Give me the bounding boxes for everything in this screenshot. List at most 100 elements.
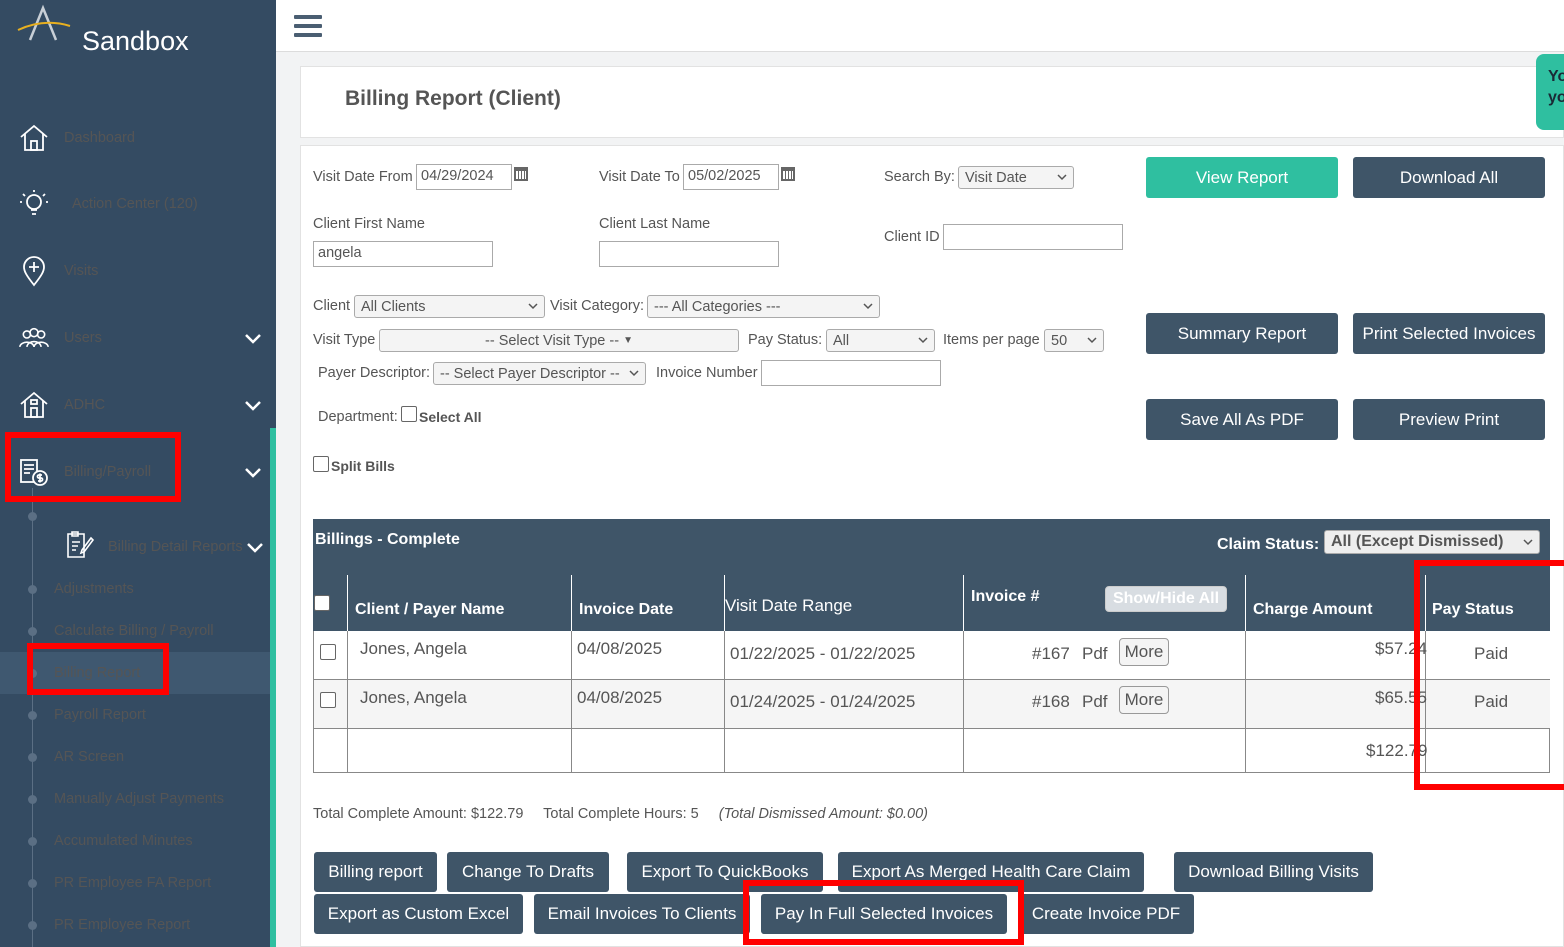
invoice-number-input[interactable] (761, 360, 941, 386)
summary-report-button[interactable]: Summary Report (1146, 313, 1338, 354)
change-to-drafts-button[interactable]: Change To Drafts (447, 852, 609, 892)
claim-status-value: All (Except Dismissed) (1331, 533, 1504, 550)
column-header: Charge Amount (1253, 601, 1373, 618)
empty-cell (725, 729, 964, 773)
sidebar: Sandbox Dashboard Action Center (120) Vi… (0, 0, 276, 947)
sidebar-item-action-center[interactable]: Action Center (120) (0, 179, 276, 229)
invoice-cell: #168 Pdf More (964, 680, 1246, 729)
calendar-icon[interactable] (781, 167, 795, 181)
create-invoice-pdf-button[interactable]: Create Invoice PDF (1018, 894, 1194, 934)
split-bills-checkbox[interactable] (313, 456, 329, 472)
charge-amount-cell: $65.55 (1246, 680, 1427, 729)
sidebar-item-dashboard[interactable]: Dashboard (0, 113, 276, 163)
charge-amount: $65.55 (1375, 688, 1427, 707)
submenu-item-label: Calculate Billing / Payroll (54, 623, 214, 639)
client-id-input[interactable] (943, 224, 1123, 250)
pdf-link[interactable]: Pdf (1082, 692, 1108, 712)
client-first-name-input[interactable]: angela (313, 241, 493, 267)
select-all-departments-checkbox[interactable] (401, 406, 417, 422)
chevron-down-icon (1523, 539, 1533, 546)
submenu-item-accumulated-minutes[interactable]: Accumulated Minutes (0, 820, 270, 862)
visit-date-to-input[interactable]: 05/02/2025 (683, 164, 779, 190)
client-label: Client (313, 298, 351, 314)
submenu-item-ar-screen[interactable]: AR Screen (0, 736, 270, 778)
hamburger-menu-icon[interactable] (294, 15, 322, 39)
row-checkbox[interactable] (320, 644, 336, 660)
preview-print-button[interactable]: Preview Print (1353, 399, 1545, 440)
download-all-button[interactable]: Download All (1353, 157, 1545, 198)
submenu-item-manually-adjust[interactable]: Manually Adjust Payments (0, 778, 270, 820)
submenu-item-label: Billing Detail Reports (108, 539, 243, 555)
chevron-down-icon (528, 303, 538, 310)
pay-status-value: All (833, 332, 850, 349)
table-row: Jones, Angela 04/08/2025 01/22/2025 - 01… (313, 631, 1550, 680)
empty-cell (313, 729, 348, 773)
select-all-rows-checkbox[interactable] (314, 595, 330, 611)
submenu-item-pr-employee[interactable]: PR Employee Report (0, 904, 270, 946)
chevron-down-icon (247, 543, 263, 553)
invoice-number: #167 (1032, 644, 1070, 663)
users-icon (18, 322, 50, 354)
client-select[interactable]: All Clients (354, 295, 545, 318)
sidebar-item-label: Visits (64, 263, 99, 279)
submenu-dot (28, 836, 37, 846)
submenu-item-billing-detail-reports[interactable]: Billing Detail Reports (0, 512, 270, 570)
charge-amount-cell: $57.24 (1246, 631, 1427, 680)
email-invoices-button[interactable]: Email Invoices To Clients (534, 894, 750, 934)
claim-status-select[interactable]: All (Except Dismissed) (1324, 530, 1540, 554)
submenu-item-adjustments[interactable]: Adjustments (0, 568, 270, 610)
billing-report-button[interactable]: Billing report (314, 852, 437, 892)
visit-date-from-input[interactable]: 04/29/2024 (416, 164, 512, 190)
submenu-item-calculate-billing[interactable]: Calculate Billing / Payroll (0, 610, 270, 652)
export-merged-claim-button[interactable]: Export As Merged Health Care Claim (838, 852, 1144, 892)
client-name: Jones, Angela (360, 639, 467, 658)
table-row: Jones, Angela 04/08/2025 01/24/2025 - 01… (313, 680, 1550, 729)
more-button[interactable]: More (1119, 638, 1169, 666)
pay-in-full-button[interactable]: Pay In Full Selected Invoices (761, 894, 1007, 934)
page-title: Billing Report (Client) (345, 87, 561, 110)
submenu-dot (28, 710, 37, 720)
submenu-item-billing-report[interactable]: Billing Report (0, 652, 270, 694)
download-billing-visits-button[interactable]: Download Billing Visits (1174, 852, 1373, 892)
pdf-link[interactable]: Pdf (1082, 644, 1108, 664)
sidebar-item-adhc[interactable]: ADHC (0, 380, 276, 430)
billing-icon (18, 456, 50, 488)
column-header: Invoice # (971, 588, 1040, 605)
submenu-item-payroll-report[interactable]: Payroll Report (0, 694, 270, 736)
visit-type-select[interactable]: -- Select Visit Type -- ▼ (379, 329, 739, 352)
view-report-button[interactable]: View Report (1146, 157, 1338, 198)
sidebar-item-visits[interactable]: Visits (0, 246, 276, 296)
chevron-down-icon (245, 334, 261, 344)
sidebar-item-users[interactable]: Users (0, 313, 276, 363)
row-checkbox[interactable] (320, 692, 336, 708)
pay-status-select[interactable]: All (826, 329, 935, 352)
submenu-item-pr-employee-fa[interactable]: PR Employee FA Report (0, 862, 270, 904)
invoice-date-cell: 04/08/2025 (572, 631, 725, 680)
building-icon (18, 389, 50, 421)
more-button[interactable]: More (1119, 686, 1169, 714)
col-select (313, 575, 348, 631)
help-tab[interactable]: Yo yo (1536, 54, 1564, 130)
empty-cell (572, 729, 725, 773)
column-header: Pay Status (1432, 601, 1514, 618)
client-last-name-input[interactable] (599, 241, 779, 267)
calendar-icon[interactable] (514, 167, 528, 181)
invoice-number: #168 (1032, 692, 1070, 711)
visit-range-cell: 01/22/2025 - 01/22/2025 (725, 631, 964, 680)
search-by-select[interactable]: Visit Date (958, 166, 1074, 189)
brand[interactable]: Sandbox (16, 4, 266, 74)
print-selected-invoices-button[interactable]: Print Selected Invoices (1353, 313, 1545, 354)
submenu-item-label: Adjustments (54, 581, 134, 597)
empty-cell (1426, 729, 1550, 773)
payer-descriptor-select[interactable]: -- Select Payer Descriptor -- (433, 362, 646, 385)
visit-category-select[interactable]: --- All Categories --- (647, 295, 880, 318)
items-per-page-select[interactable]: 50 (1044, 329, 1104, 352)
col-pay-status: Pay Status (1426, 575, 1550, 631)
export-custom-excel-button[interactable]: Export as Custom Excel (314, 894, 523, 934)
submenu-dot (28, 626, 37, 636)
export-to-quickbooks-button[interactable]: Export To QuickBooks (627, 852, 823, 892)
charge-amount: $57.24 (1375, 639, 1427, 658)
column-header: Client / Payer Name (355, 601, 505, 618)
show-hide-all-button[interactable]: Show/Hide All (1105, 586, 1227, 612)
save-all-as-pdf-button[interactable]: Save All As PDF (1146, 399, 1338, 440)
